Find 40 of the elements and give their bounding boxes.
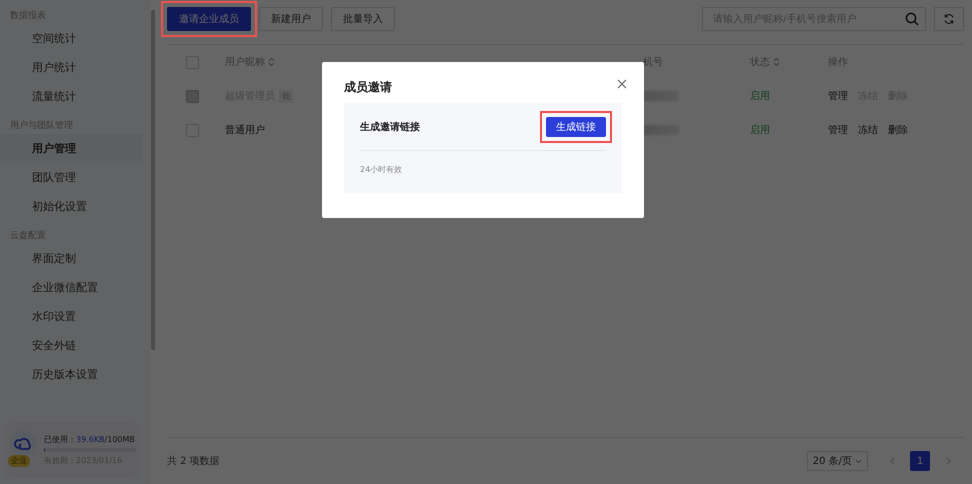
search-icon[interactable] <box>905 12 919 26</box>
sidebar-item[interactable]: 流量统计 <box>0 82 150 111</box>
table-cell-text: 普通用户 <box>225 124 265 137</box>
refresh-button[interactable] <box>934 7 964 31</box>
chevron-down-icon <box>855 458 862 464</box>
storage-usage: 已使用：39.6KB/100MB <box>44 434 136 445</box>
sidebar-item[interactable]: 团队管理 <box>0 163 150 192</box>
toolbar-button[interactable]: 邀请企业成员 <box>167 7 251 31</box>
sidebar-item[interactable]: 界面定制 <box>0 244 150 273</box>
sort-icon[interactable] <box>268 57 275 67</box>
sidebar-item[interactable]: 空间统计 <box>0 24 150 53</box>
status-text: 启用 <box>750 90 770 103</box>
validity-note: 24小时有效 <box>360 164 404 175</box>
redacted-text <box>643 91 679 101</box>
page-size-select[interactable]: 20 条/页 <box>806 451 868 471</box>
sidebar-item[interactable]: 企业微信配置 <box>0 273 150 302</box>
total-count: 共 2 项数据 <box>167 454 220 468</box>
sidebar-item[interactable]: 用户管理 <box>0 134 142 163</box>
chevron-left-icon <box>890 457 894 465</box>
page-button[interactable]: 1 <box>910 451 930 471</box>
action-link[interactable]: 冻结 <box>858 123 878 137</box>
action-link[interactable]: 管理 <box>828 123 848 137</box>
toolbar-button[interactable]: 新建用户 <box>259 7 323 31</box>
close-icon[interactable] <box>616 78 628 90</box>
status-text: 启用 <box>750 124 770 137</box>
toolbar-button[interactable]: 批量导入 <box>331 7 395 31</box>
section-title: 生成邀请链接 <box>360 120 420 134</box>
generate-link-button[interactable]: 生成链接 <box>546 116 606 136</box>
redacted-text <box>643 125 679 135</box>
cloud-icon <box>10 430 36 456</box>
sidebar-item[interactable]: 用户统计 <box>0 53 150 82</box>
sidebar-item[interactable]: 水印设置 <box>0 302 150 331</box>
sort-icon[interactable] <box>773 57 780 67</box>
dialog-title: 成员邀请 <box>344 79 393 96</box>
sidebar-item[interactable]: 历史版本设置 <box>0 360 150 389</box>
sidebar-item[interactable]: 安全外链 <box>0 331 150 360</box>
sidebar-item[interactable]: 初始化设置 <box>0 192 150 221</box>
chevron-right-icon <box>946 457 950 465</box>
action-link[interactable]: 删除 <box>888 123 908 137</box>
refresh-icon <box>943 13 955 25</box>
